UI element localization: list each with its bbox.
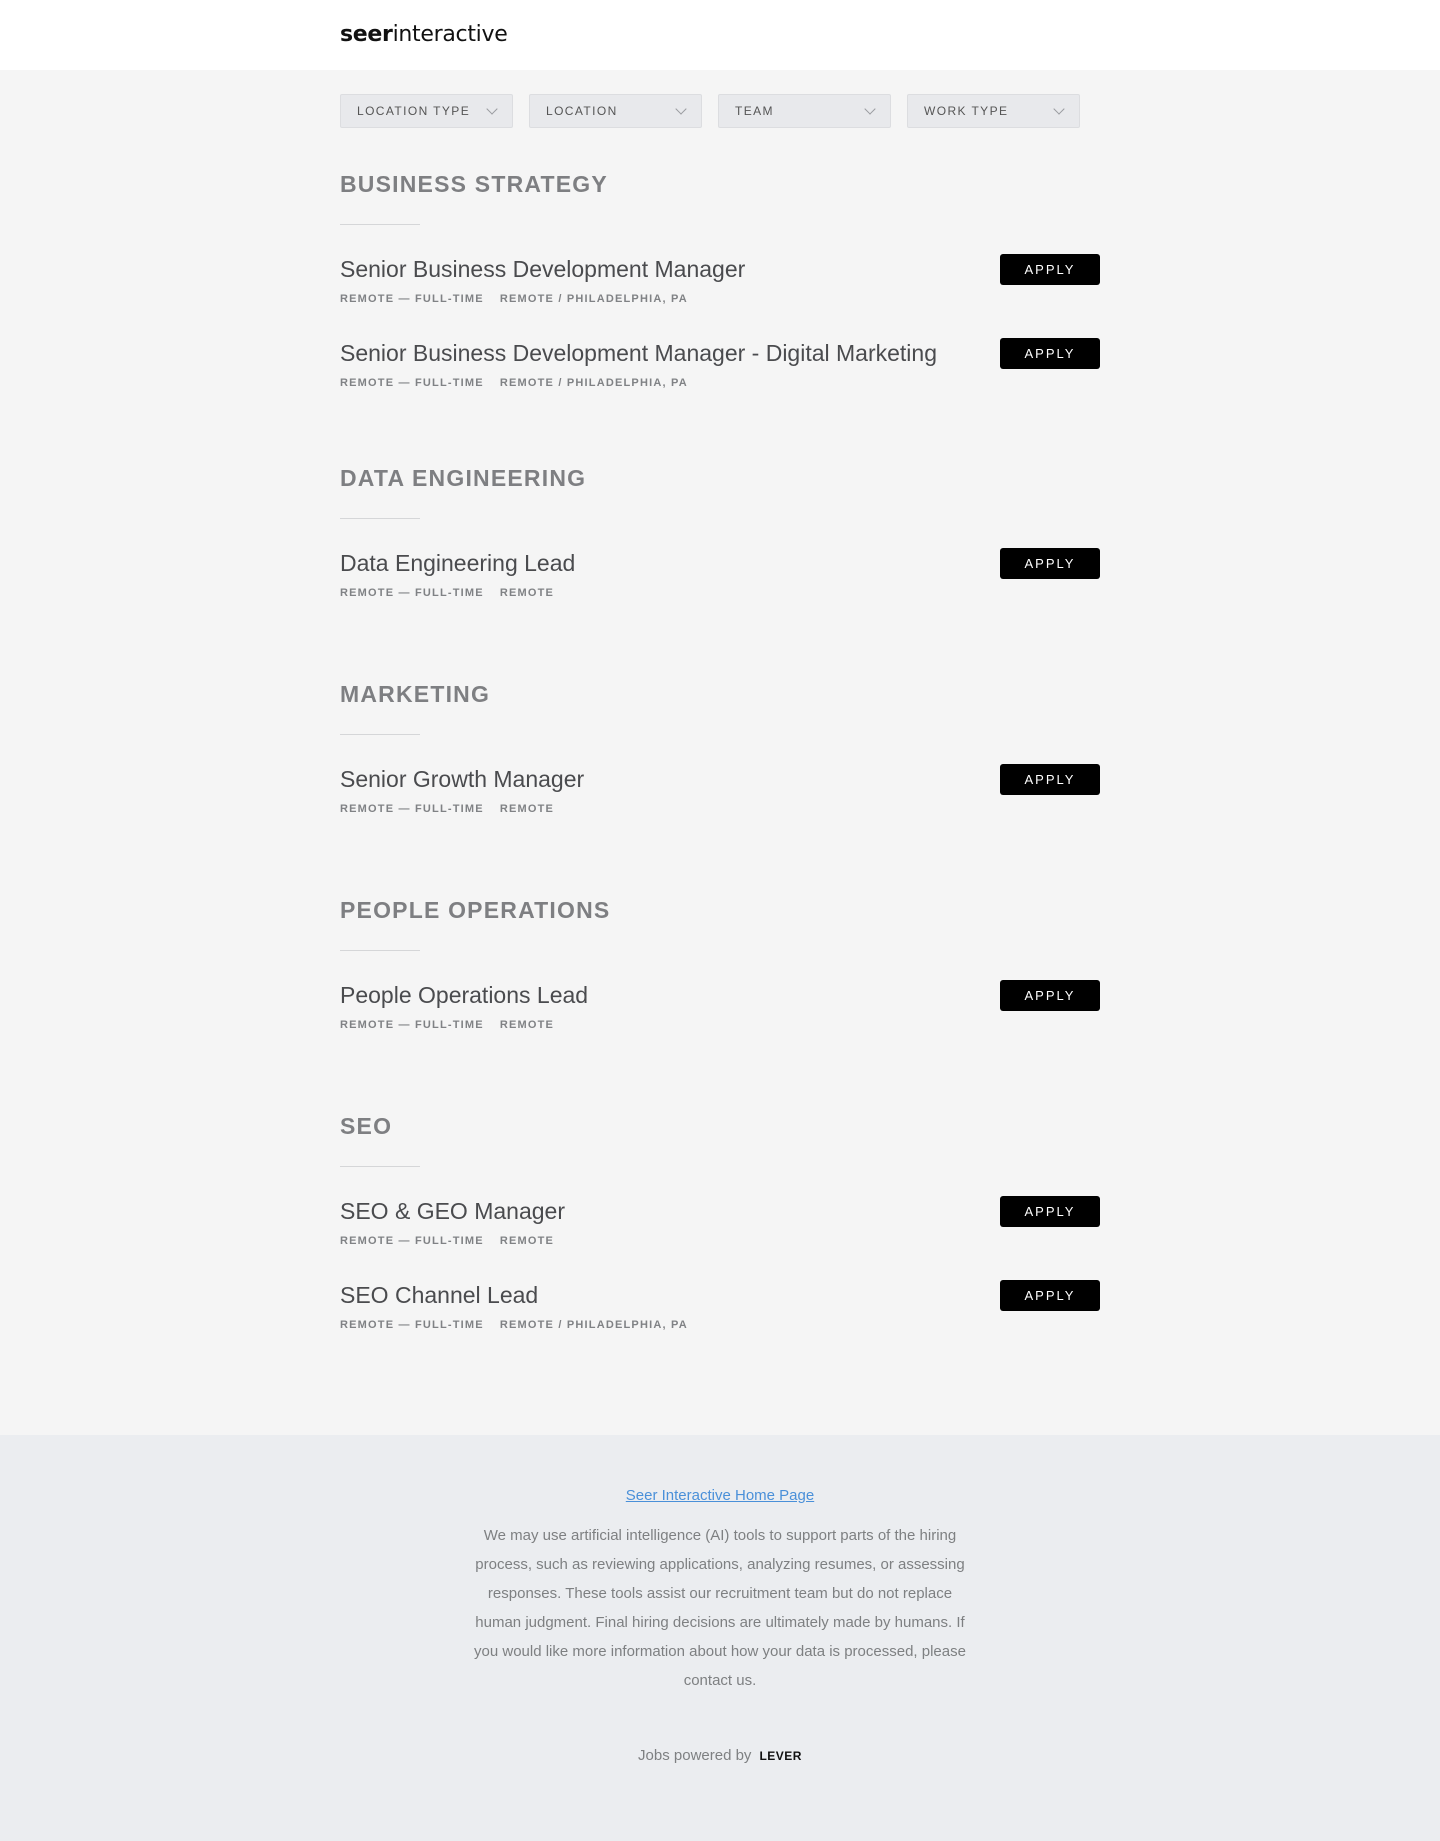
chevron-down-icon [675, 103, 687, 115]
home-page-link[interactable]: Seer Interactive Home Page [626, 1487, 814, 1504]
apply-button[interactable]: APPLY [1000, 1196, 1100, 1227]
filter-label: TEAM [735, 104, 774, 118]
posting-item: Senior Growth Manager REMOTE — FULL-TIME… [340, 764, 1100, 849]
filter-location-type[interactable]: LOCATION TYPE [340, 94, 513, 128]
chevron-down-icon [864, 103, 876, 115]
ai-disclaimer-text: We may use artificial intelligence (AI) … [474, 1527, 966, 1689]
posting-group-seo: SEO SEO & GEO Manager REMOTE — FULL-TIME… [340, 1113, 1100, 1365]
posting-item: People Operations Lead REMOTE — FULL-TIM… [340, 980, 1100, 1065]
filter-work-type[interactable]: WORK TYPE [907, 94, 1080, 128]
posting-commitment: REMOTE — FULL-TIME [340, 293, 484, 305]
apply-button[interactable]: APPLY [1000, 254, 1100, 285]
posting-group-data-engineering: DATA ENGINEERING Data Engineering Lead R… [340, 465, 1100, 633]
apply-button[interactable]: APPLY [1000, 980, 1100, 1011]
apply-button[interactable]: APPLY [1000, 548, 1100, 579]
posting-location: REMOTE [499, 587, 555, 599]
posting-meta: REMOTE — FULL-TIME REMOTE [340, 587, 1100, 599]
chevron-down-icon [1053, 103, 1065, 115]
posting-commitment: REMOTE — FULL-TIME [340, 377, 484, 389]
posting-commitment: REMOTE — FULL-TIME [340, 1019, 484, 1031]
group-divider [340, 518, 420, 519]
posting-group-business-strategy: BUSINESS STRATEGY Senior Business Develo… [340, 171, 1100, 423]
posting-title-link[interactable]: SEO Channel Lead [340, 1281, 1100, 1309]
apply-button[interactable]: APPLY [1000, 338, 1100, 369]
posting-location: REMOTE / PHILADELPHIA, PA [499, 377, 688, 389]
top-bar: seerinteractive [0, 0, 1440, 70]
posting-commitment: REMOTE — FULL-TIME [340, 587, 484, 599]
posting-commitment: REMOTE — FULL-TIME [340, 1319, 484, 1331]
group-title: DATA ENGINEERING [340, 465, 587, 491]
posting-meta: REMOTE — FULL-TIME REMOTE [340, 1235, 1100, 1247]
posting-meta: REMOTE — FULL-TIME REMOTE / PHILADELPHIA… [340, 377, 1100, 389]
apply-button[interactable]: APPLY [1000, 1280, 1100, 1311]
posting-item: SEO Channel Lead REMOTE — FULL-TIME REMO… [340, 1280, 1100, 1365]
logo-bold-text: seer [340, 22, 393, 47]
logo-light-text: interactive [392, 22, 508, 47]
posting-meta: REMOTE — FULL-TIME REMOTE [340, 1019, 1100, 1031]
seer-interactive-logo[interactable]: seerinteractive [340, 22, 508, 47]
posting-commitment: REMOTE — FULL-TIME [340, 803, 484, 815]
filter-bar: LOCATION TYPE LOCATION TEAM WORK TYPE [340, 94, 1100, 128]
posting-title-link[interactable]: Senior Growth Manager [340, 765, 1100, 793]
posting-meta: REMOTE — FULL-TIME REMOTE / PHILADELPHIA… [340, 293, 1100, 305]
posting-title-link[interactable]: Senior Business Development Manager - Di… [340, 339, 1100, 367]
page-footer: Seer Interactive Home Page We may use ar… [0, 1435, 1440, 1841]
group-title: PEOPLE OPERATIONS [340, 897, 611, 923]
posting-title-link[interactable]: People Operations Lead [340, 981, 1100, 1009]
group-divider [340, 224, 420, 225]
filter-label: LOCATION TYPE [357, 104, 471, 118]
posting-item: Senior Business Development Manager REMO… [340, 254, 1100, 339]
posting-title-link[interactable]: Senior Business Development Manager [340, 255, 1100, 283]
posting-location: REMOTE [499, 1235, 555, 1247]
group-divider [340, 1166, 420, 1167]
posting-title-link[interactable]: SEO & GEO Manager [340, 1197, 1100, 1225]
group-title: MARKETING [340, 681, 491, 707]
group-title: BUSINESS STRATEGY [340, 171, 608, 197]
filter-label: LOCATION [546, 104, 618, 118]
posting-item: SEO & GEO Manager REMOTE — FULL-TIME REM… [340, 1196, 1100, 1281]
filter-location[interactable]: LOCATION [529, 94, 702, 128]
posting-location: REMOTE / PHILADELPHIA, PA [499, 293, 688, 305]
posting-location: REMOTE [499, 803, 555, 815]
apply-button[interactable]: APPLY [1000, 764, 1100, 795]
posting-meta: REMOTE — FULL-TIME REMOTE [340, 803, 1100, 815]
posting-commitment: REMOTE — FULL-TIME [340, 1235, 484, 1247]
powered-by: Jobs powered by LEVER [0, 1747, 1440, 1764]
posting-group-people-operations: PEOPLE OPERATIONS People Operations Lead… [340, 897, 1100, 1065]
powered-by-label: Jobs powered by [638, 1747, 752, 1764]
group-title: SEO [340, 1113, 393, 1139]
posting-meta: REMOTE — FULL-TIME REMOTE / PHILADELPHIA… [340, 1319, 1100, 1331]
posting-group-marketing: MARKETING Senior Growth Manager REMOTE —… [340, 681, 1100, 849]
group-divider [340, 950, 420, 951]
posting-location: REMOTE / PHILADELPHIA, PA [499, 1319, 688, 1331]
posting-location: REMOTE [499, 1019, 555, 1031]
postings-content: LOCATION TYPE LOCATION TEAM WORK TYPE BU… [340, 70, 1100, 1435]
posting-item: Data Engineering Lead REMOTE — FULL-TIME… [340, 548, 1100, 633]
filter-label: WORK TYPE [924, 104, 1009, 118]
lever-logo-link[interactable]: LEVER [759, 1749, 802, 1763]
posting-title-link[interactable]: Data Engineering Lead [340, 549, 1100, 577]
filter-team[interactable]: TEAM [718, 94, 891, 128]
group-divider [340, 734, 420, 735]
chevron-down-icon [486, 103, 498, 115]
posting-item: Senior Business Development Manager - Di… [340, 338, 1100, 423]
